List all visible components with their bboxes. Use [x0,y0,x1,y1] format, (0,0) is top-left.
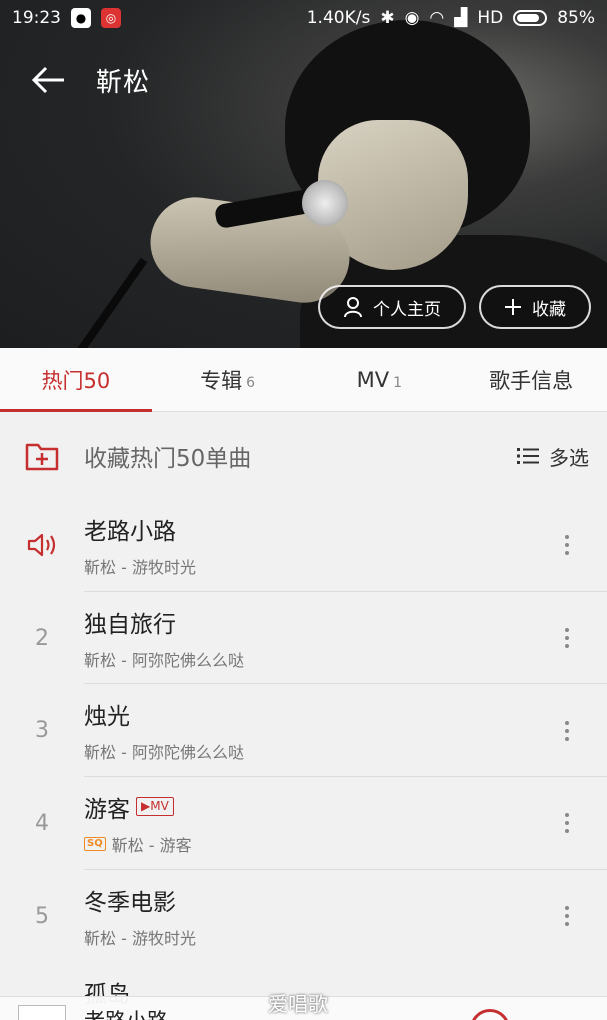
more-options-button[interactable] [555,808,579,838]
battery-level: 85% [557,8,595,28]
page-title: 靳松 [96,67,151,98]
song-subtitle: 靳松 - 游牧时光 [84,929,196,949]
watermark: 爱唱歌 [268,992,328,1016]
more-options-button[interactable] [555,901,579,931]
album-cover [18,1005,66,1020]
tab-artist-info[interactable]: 歌手信息 [455,348,607,411]
signal-icon: ▟ [454,8,468,28]
song-row[interactable]: 4 游客 ▶MV SQ 靳松 - 游客 [0,777,607,870]
status-bar: 19:23 ● ◎ 1.40K/s ✱ ◉ ◠ ▟ HD 85% [0,0,607,36]
song-row[interactable]: 3 烛光 靳松 - 阿弥陀佛么么哒 [0,684,607,778]
multi-select-label: 多选 [549,445,589,470]
folder-add-icon [25,443,59,471]
plus-icon [505,299,521,315]
artist-profile-label: 个人主页 [373,299,441,320]
collect-artist-button[interactable]: 收藏 [479,285,591,329]
speaker-playing-icon [27,534,56,557]
artist-photo-stand [71,257,148,348]
collect-all-button[interactable] [0,441,84,471]
song-index [0,532,84,558]
collect-label: 收藏 [532,299,566,320]
tab-label: 歌手信息 [489,368,574,393]
mv-badge-label: MV [150,799,169,814]
alarm-icon: ◉ [404,8,420,28]
song-title: 独自旅行 [84,611,176,638]
collect-hot50-label[interactable]: 收藏热门50单曲 [84,439,251,473]
song-index: 5 [35,903,49,929]
song-row[interactable]: 5 冬季电影 靳松 - 游牧时光 [0,870,607,963]
song-title: 游客 [84,796,130,823]
network-type: HD [477,8,504,28]
song-index: 3 [35,718,49,744]
song-subtitle: 靳松 - 游客 [111,835,192,855]
tab-label: MV [356,367,390,392]
song-title: 烛光 [84,704,130,731]
song-title: 冬季电影 [84,890,176,917]
network-speed: 1.40K/s [306,8,371,28]
now-playing-title: 老路小路 [84,1005,168,1020]
play-progress-ring[interactable] [470,1009,510,1020]
tab-count: 1 [393,374,403,391]
sq-badge: SQ [84,836,106,851]
song-row[interactable]: 2 独自旅行 靳松 - 阿弥陀佛么么哒 [0,592,607,685]
arrow-left-icon [31,66,64,94]
song-subtitle: 靳松 - 阿弥陀佛么么哒 [84,743,244,763]
back-button[interactable] [0,52,96,108]
song-index: 4 [35,810,49,836]
tab-hot50[interactable]: 热门50 [0,348,152,412]
tab-label: 专辑 [200,368,243,393]
artist-photo-mic-head [302,180,348,226]
status-time: 19:23 [12,8,61,28]
artist-tabs: 热门50 专辑 6 MV 1 歌手信息 [0,348,607,412]
bluetooth-icon: ✱ [380,8,395,28]
more-options-button[interactable] [555,623,579,653]
song-subtitle: 靳松 - 阿弥陀佛么么哒 [84,650,244,670]
song-title: 老路小路 [84,518,176,545]
tab-albums[interactable]: 专辑 6 [152,348,304,411]
more-options-button[interactable] [555,530,579,560]
qq-icon: ● [71,8,91,28]
battery-icon [513,10,548,26]
artist-profile-button[interactable]: 个人主页 [318,285,466,329]
tab-count: 6 [246,374,256,391]
tab-mv[interactable]: MV 1 [304,348,456,411]
wifi-icon: ◠ [429,8,445,28]
top-bar: 靳松 [0,52,607,108]
song-row[interactable]: 老路小路 靳松 - 游牧时光 [0,499,607,592]
person-icon [344,297,362,318]
mv-badge[interactable]: ▶MV [136,797,174,817]
song-index: 2 [35,625,49,651]
netease-music-icon: ◎ [101,8,121,28]
song-list: 老路小路 靳松 - 游牧时光 2 独自旅行 靳松 - 阿弥陀佛么么哒 3 烛光 … [0,499,607,962]
multi-select-button[interactable]: 多选 [517,442,589,471]
list-header: 收藏热门50单曲 多选 [0,413,607,499]
tab-label: 热门50 [41,368,111,393]
more-options-button[interactable] [555,716,579,746]
song-subtitle: 靳松 - 游牧时光 [84,557,196,577]
list-icon [517,448,539,464]
